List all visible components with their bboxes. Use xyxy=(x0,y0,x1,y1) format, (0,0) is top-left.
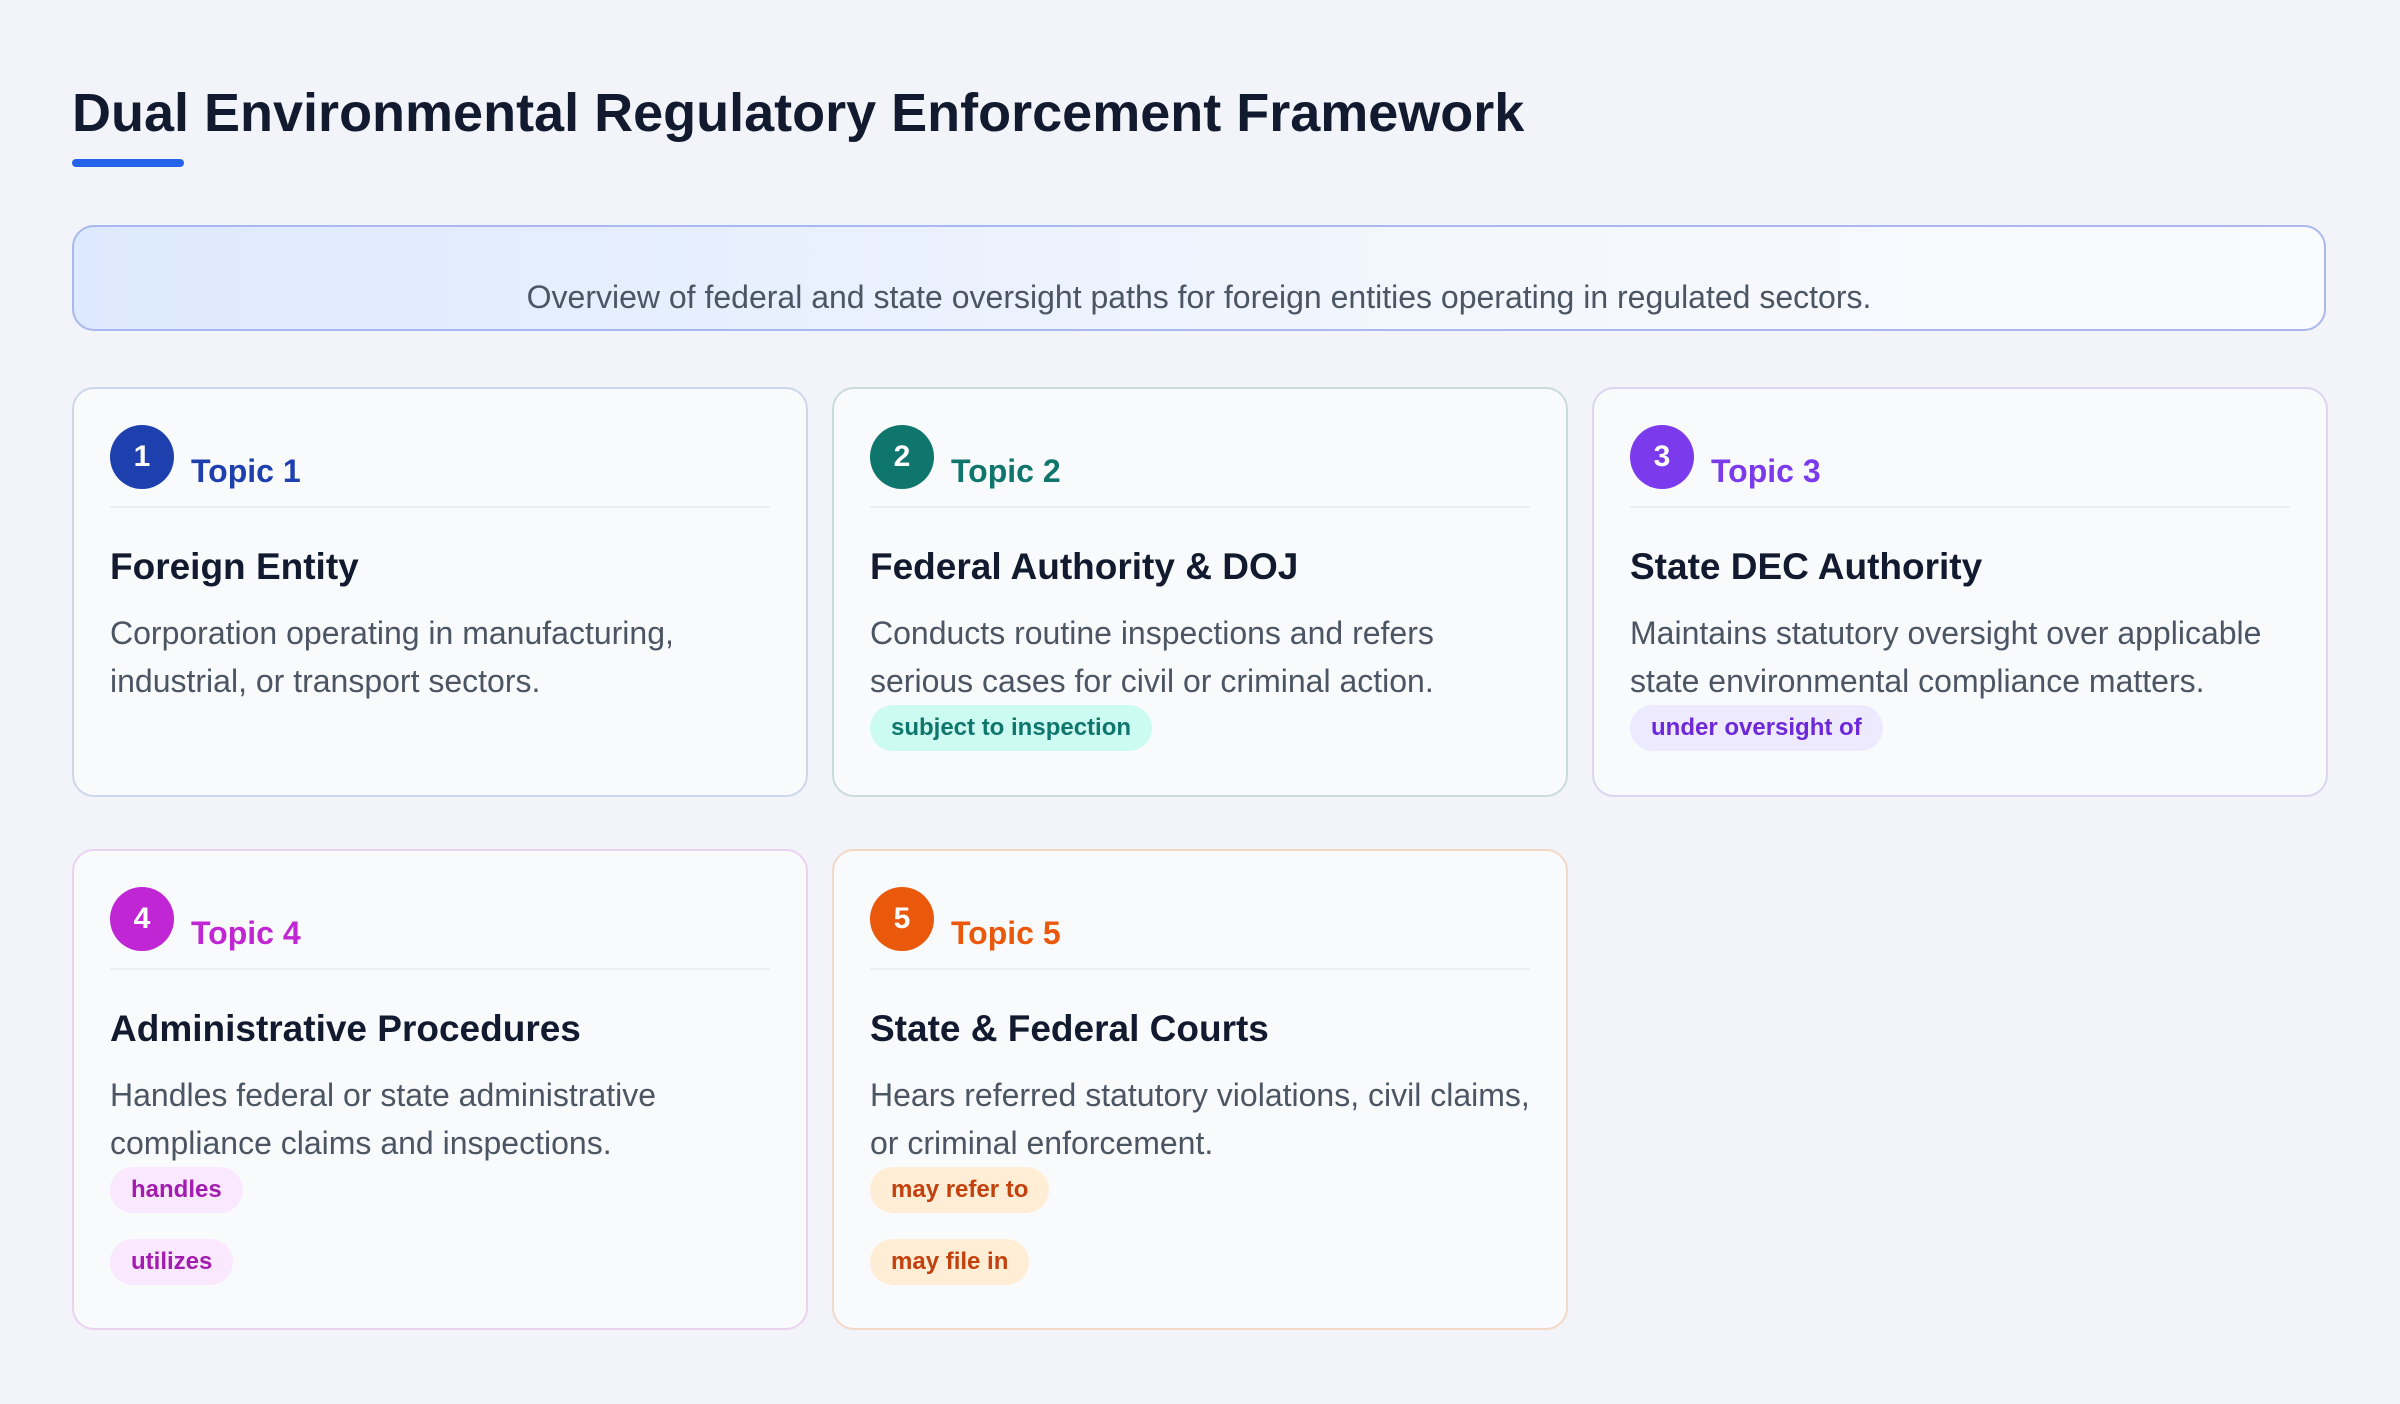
topic-card-2: 2 Topic 2 Federal Authority & DOJ Conduc… xyxy=(832,387,1568,797)
topic-label: Topic 3 xyxy=(1711,453,1821,489)
topic-number-badge: 3 xyxy=(1630,425,1694,489)
card-divider xyxy=(870,506,1530,508)
topic-label: Topic 1 xyxy=(191,453,301,489)
card-divider xyxy=(110,506,770,508)
topic-card-1: 1 Topic 1 Foreign Entity Corporation ope… xyxy=(72,387,808,797)
card-description: Maintains statutory oversight over appli… xyxy=(1630,615,2262,699)
topic-number-badge: 1 xyxy=(110,425,174,489)
card-title: Federal Authority & DOJ xyxy=(870,546,1299,587)
topic-card-3: 3 Topic 3 State DEC Authority Maintains … xyxy=(1592,387,2328,797)
page-title: Dual Environmental Regulatory Enforcemen… xyxy=(72,83,1525,143)
card-title: Administrative Procedures xyxy=(110,1008,581,1049)
card-title: State & Federal Courts xyxy=(870,1008,1269,1049)
overview-text: Overview of federal and state oversight … xyxy=(526,279,1872,315)
relation-tag: handles xyxy=(110,1167,243,1213)
relation-tag: subject to inspection xyxy=(870,705,1153,751)
topic-label: Topic 5 xyxy=(951,915,1061,951)
overview-banner: Overview of federal and state oversight … xyxy=(72,225,2326,331)
topic-card-4: 4 Topic 4 Administrative Procedures Hand… xyxy=(72,849,808,1330)
relation-tag: may file in xyxy=(870,1239,1030,1285)
title-underline xyxy=(72,159,184,167)
card-divider xyxy=(1630,506,2290,508)
card-description: Handles federal or state administrative … xyxy=(110,1077,657,1161)
topic-label: Topic 2 xyxy=(951,453,1061,489)
relation-tag: may refer to xyxy=(870,1167,1050,1213)
card-description: Hears referred statutory violations, civ… xyxy=(870,1077,1530,1161)
card-title: Foreign Entity xyxy=(110,546,359,587)
topic-number-badge: 2 xyxy=(870,425,934,489)
topic-number-badge: 4 xyxy=(110,887,174,951)
card-description: Conducts routine inspections and refers … xyxy=(870,615,1434,699)
topic-number-badge: 5 xyxy=(870,887,934,951)
card-description: Corporation operating in manufacturing, … xyxy=(110,615,674,699)
topic-label: Topic 4 xyxy=(191,915,301,951)
relation-tag: under oversight of xyxy=(1630,705,1883,751)
relation-tag: utilizes xyxy=(110,1239,234,1285)
card-divider xyxy=(870,968,1530,970)
card-title: State DEC Authority xyxy=(1630,546,1983,587)
topic-card-5: 5 Topic 5 State & Federal Courts Hears r… xyxy=(832,849,1568,1330)
card-divider xyxy=(110,968,770,970)
